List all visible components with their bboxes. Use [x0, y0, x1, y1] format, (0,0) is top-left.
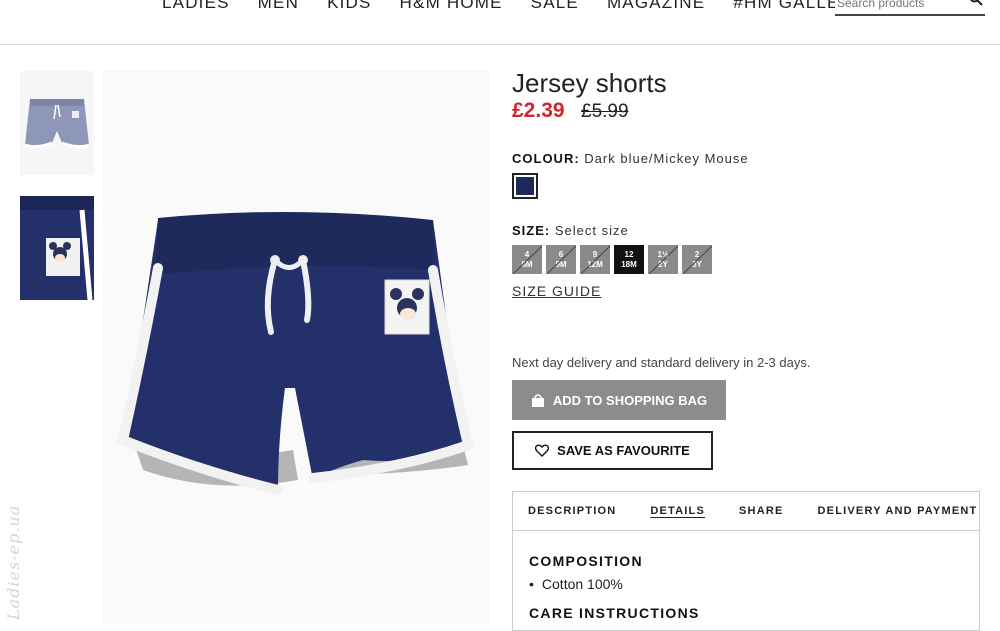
- size-option-bottom: 18M: [621, 259, 637, 269]
- size-option-bottom: 9M: [555, 259, 567, 269]
- size-option-bottom: 12M: [587, 259, 603, 269]
- search-box: [835, 0, 985, 16]
- heart-icon: [535, 444, 550, 457]
- tab-share[interactable]: SHARE: [739, 505, 784, 517]
- size-option-top: 4: [524, 249, 530, 259]
- product-main-image: [103, 70, 489, 625]
- size-value: Select size: [554, 223, 629, 238]
- care-instructions-heading: CARE INSTRUCTIONS: [529, 605, 700, 621]
- product-info-tabs: DESCRIPTION DETAILS SHARE DELIVERY AND P…: [512, 491, 980, 631]
- nav-magazine[interactable]: MAGAZINE: [607, 0, 705, 13]
- nav-sale[interactable]: SALE: [531, 0, 579, 13]
- size-option-top: 2: [694, 249, 700, 259]
- tab-delivery-payment[interactable]: DELIVERY AND PAYMENT: [818, 505, 978, 517]
- composition-heading: COMPOSITION: [529, 553, 643, 569]
- thumbnail-detail[interactable]: [20, 196, 94, 300]
- watermark: Ladies-ep.ua: [4, 504, 23, 620]
- size-options: 4 6M 6 9M 9 12M 12 18M 1½ 2Y 2 3Y: [512, 245, 716, 274]
- add-to-bag-label: ADD TO SHOPPING BAG: [552, 392, 708, 408]
- colour-swatch-dark-blue[interactable]: [512, 173, 538, 199]
- search-icon[interactable]: [969, 0, 983, 6]
- search-input[interactable]: [835, 0, 965, 10]
- delivery-info: Next day delivery and standard delivery …: [512, 355, 811, 370]
- nav-men[interactable]: MEN: [258, 0, 299, 13]
- size-option-2y[interactable]: 1½ 2Y: [648, 245, 678, 274]
- size-option-6m[interactable]: 4 6M: [512, 245, 542, 274]
- size-option-bottom: 6M: [521, 259, 533, 269]
- colour-label: COLOUR:: [512, 151, 580, 166]
- original-price: £5.99: [581, 101, 629, 122]
- sale-price: £2.39: [512, 99, 565, 122]
- size-option-top: 1½: [657, 249, 669, 259]
- colour-row: COLOUR: Dark blue/Mickey Mouse: [512, 151, 749, 166]
- size-option-top: 12: [624, 249, 634, 259]
- size-option-top: 6: [558, 249, 564, 259]
- size-option-top: 9: [592, 249, 598, 259]
- tab-description[interactable]: DESCRIPTION: [528, 505, 616, 517]
- size-label: SIZE:: [512, 223, 551, 238]
- product-title: Jersey shorts: [512, 68, 667, 98]
- tab-bar: DESCRIPTION DETAILS SHARE DELIVERY AND P…: [513, 492, 979, 531]
- size-option-18m[interactable]: 12 18M: [614, 245, 644, 274]
- save-favourite-button[interactable]: SAVE AS FAVOURITE: [512, 431, 713, 470]
- composition-item: Cotton 100%: [529, 576, 623, 592]
- nav-kids[interactable]: KIDS: [327, 0, 371, 13]
- size-option-9m[interactable]: 6 9M: [546, 245, 576, 274]
- shorts-illustration: [103, 70, 489, 625]
- size-option-12m[interactable]: 9 12M: [580, 245, 610, 274]
- size-row: SIZE: Select size: [512, 223, 629, 238]
- colour-value: Dark blue/Mickey Mouse: [584, 151, 749, 166]
- thumbnail-detail-image: [20, 196, 94, 300]
- size-guide-link[interactable]: SIZE GUIDE: [512, 283, 601, 299]
- tab-details[interactable]: DETAILS: [650, 505, 705, 517]
- nav-hm-home[interactable]: H&M HOME: [400, 0, 503, 13]
- save-favourite-label: SAVE AS FAVOURITE: [557, 443, 690, 458]
- thumbnail-front-image: [20, 71, 94, 175]
- size-option-bottom: 3Y: [692, 259, 702, 269]
- size-option-3y[interactable]: 2 3Y: [682, 245, 712, 274]
- swatch-fill: [516, 177, 534, 195]
- thumbnail-front[interactable]: [20, 71, 94, 175]
- size-option-bottom: 2Y: [658, 259, 668, 269]
- nav-ladies[interactable]: LADIES: [162, 0, 230, 13]
- main-menu: LADIES MEN KIDS H&M HOME SALE MAGAZINE #…: [162, 0, 893, 13]
- shopping-bag-icon: [531, 393, 544, 407]
- top-navigation: LADIES MEN KIDS H&M HOME SALE MAGAZINE #…: [0, 0, 1000, 45]
- add-to-bag-button[interactable]: ADD TO SHOPPING BAG: [512, 380, 726, 420]
